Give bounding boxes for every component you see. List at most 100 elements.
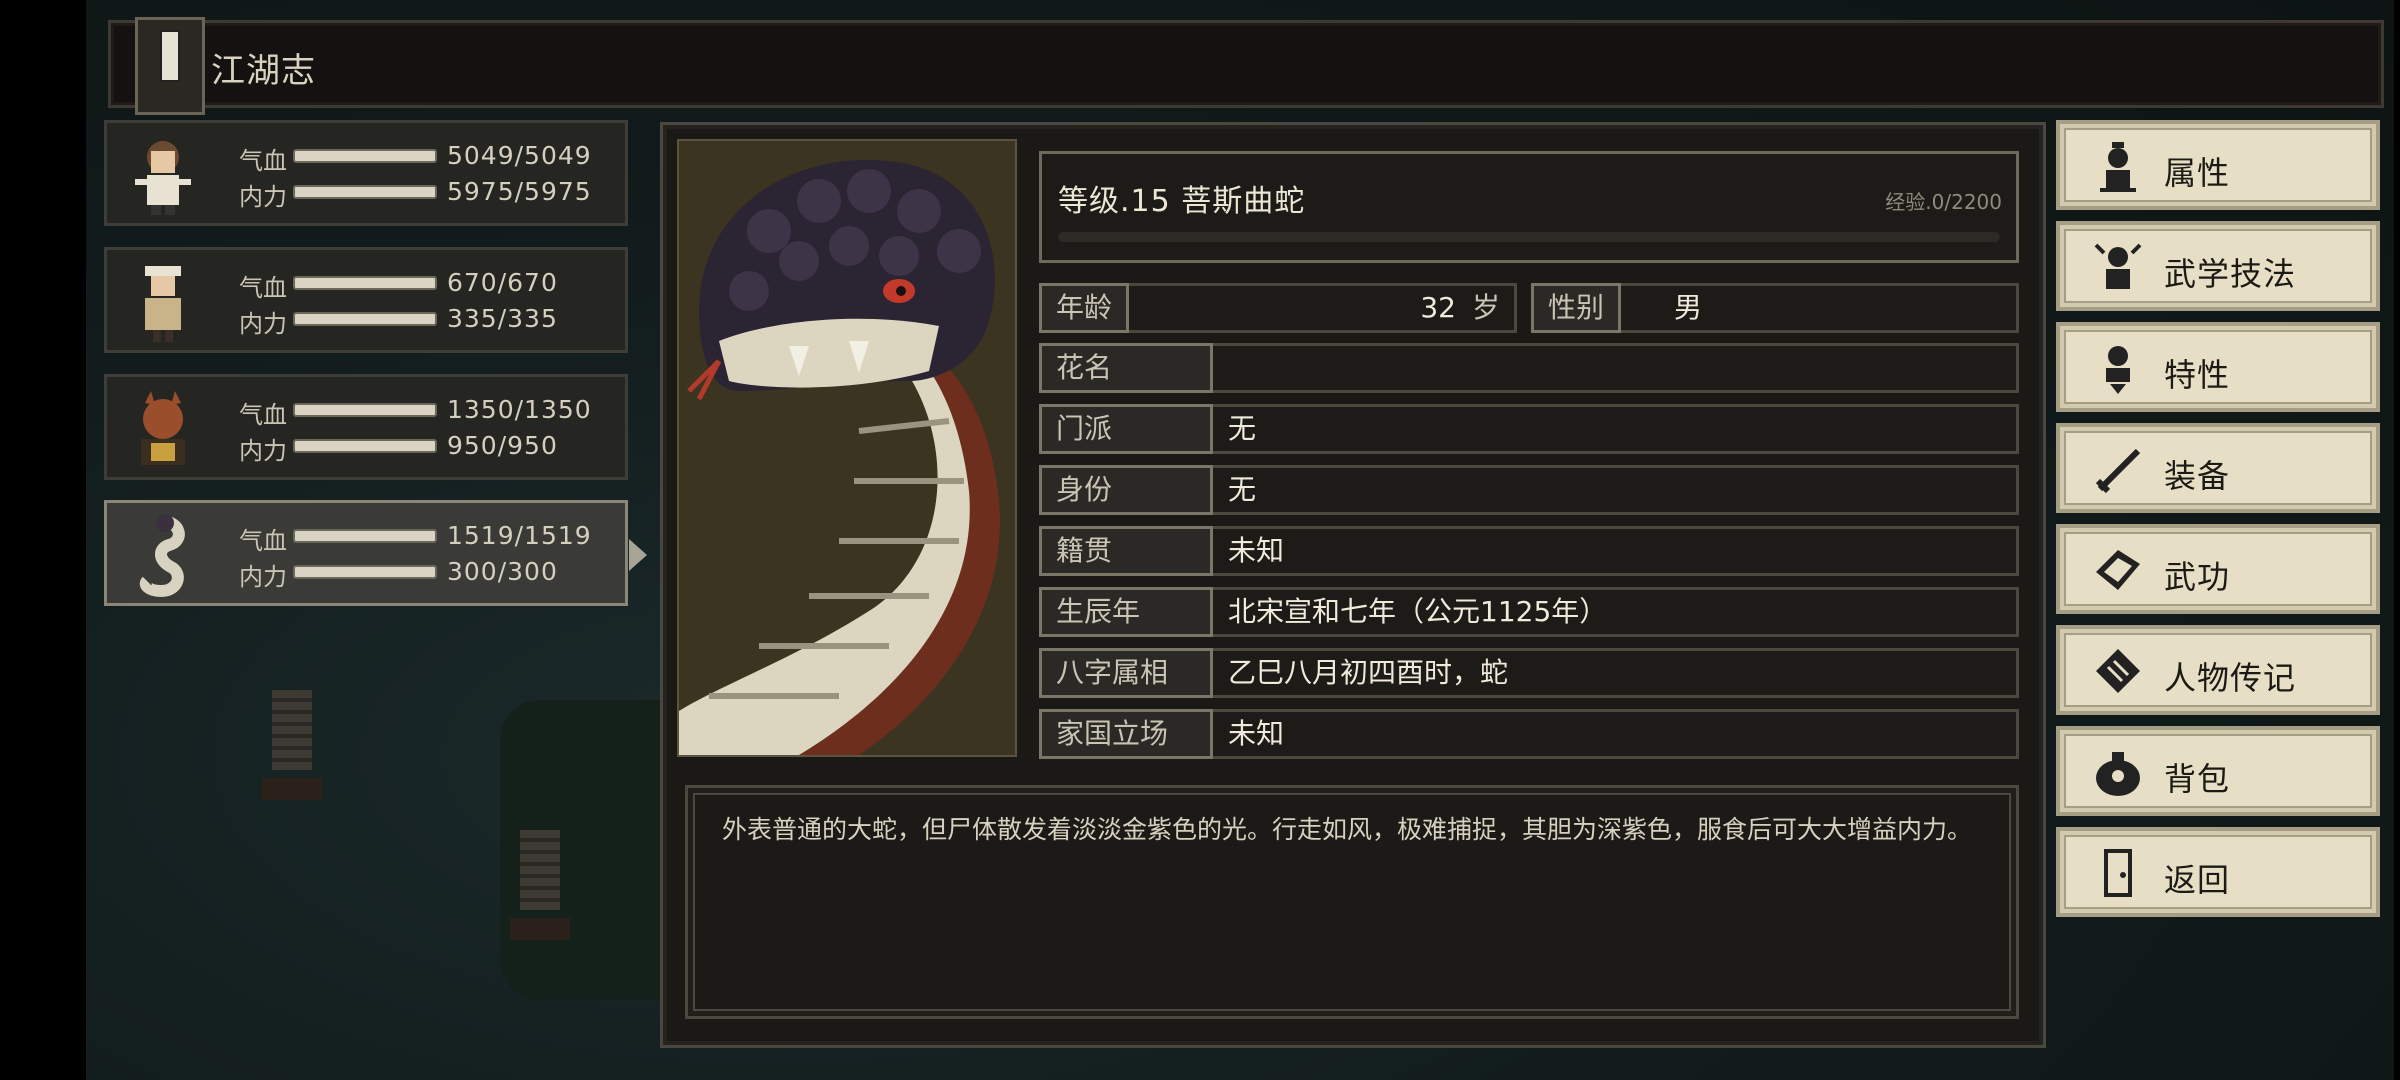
character-name: 等级.15 菩斯曲蛇 xyxy=(1058,184,1306,219)
menu-label: 属性 xyxy=(2164,154,2231,192)
person-skill-icon xyxy=(2094,243,2142,289)
person-stats-icon xyxy=(2100,142,2136,192)
sex-label: 性别 xyxy=(1531,283,1622,333)
hp-label: 气血 xyxy=(239,274,287,302)
field-value: 无 xyxy=(1228,412,1257,445)
experience-bar xyxy=(1058,232,2000,242)
menu-button-martial-arts[interactable]: 武功 xyxy=(2056,524,2380,614)
character-portrait xyxy=(677,139,1017,757)
sword-icon xyxy=(2095,448,2141,494)
menu-button-attributes[interactable]: 属性 xyxy=(2056,120,2380,210)
age-field: 年龄 32 岁 xyxy=(1039,283,1517,333)
mp-value: 950/950 xyxy=(447,431,558,460)
party-member[interactable]: 气血 670/670 内力 335/335 xyxy=(104,247,628,353)
hp-bar xyxy=(293,149,437,163)
field-value: 未知 xyxy=(1228,534,1285,567)
age-value: 32 xyxy=(1420,291,1456,324)
mp-label: 内力 xyxy=(239,437,287,465)
description-box: 外表普通的大蛇，但尸体散发着淡淡金紫色的光。行走如风，极难捕捉，其胆为深紫色，服… xyxy=(685,785,2019,1019)
right-letterbox xyxy=(2394,0,2400,1080)
field-value: 乙巳八月初四酉时，蛇 xyxy=(1228,656,1509,689)
sex-field: 性别 男 xyxy=(1531,283,2019,333)
age-label: 年龄 xyxy=(1039,283,1130,333)
hp-value: 1350/1350 xyxy=(447,395,592,424)
menu-label: 武学技法 xyxy=(2164,255,2297,293)
menu-button-bag[interactable]: 背包 xyxy=(2056,726,2380,816)
mp-value: 5975/5975 xyxy=(447,177,592,206)
menu-label: 人物传记 xyxy=(2164,659,2297,697)
mp-label: 内力 xyxy=(239,563,287,591)
menu-label: 背包 xyxy=(2164,760,2231,798)
party-member-selected[interactable]: 气血 1519/1519 内力 300/300 xyxy=(104,500,647,606)
hp-label: 气血 xyxy=(239,147,287,175)
hero-portrait-icon xyxy=(135,141,191,215)
field-label: 花名 xyxy=(1039,343,1213,393)
field-value: 无 xyxy=(1228,473,1257,506)
mp-bar xyxy=(293,312,437,326)
field-label: 籍贯 xyxy=(1039,526,1213,576)
field-label: 生辰年 xyxy=(1039,587,1213,637)
mp-value: 335/335 xyxy=(447,304,558,333)
character-info-panel: 等级.15 菩斯曲蛇 经验.0/2200 年龄 32 岁 性别 男 花名 门派 … xyxy=(660,122,2046,1048)
hp-bar xyxy=(293,403,437,417)
menu-label: 武功 xyxy=(2164,558,2231,596)
snake-portrait-icon xyxy=(139,514,185,597)
sex-value: 男 xyxy=(1674,291,1703,324)
journal-book-icon xyxy=(135,17,205,115)
field-label: 门派 xyxy=(1039,404,1213,454)
party-member[interactable]: 气血 1350/1350 内力 950/950 xyxy=(104,374,628,480)
hp-value: 5049/5049 xyxy=(447,141,592,170)
field-value: 北宋宣和七年（公元1125年） xyxy=(1228,595,1608,628)
person-trait-icon xyxy=(2106,346,2130,394)
birth-year-field: 生辰年 北宋宣和七年（公元1125年） xyxy=(1039,587,2019,637)
hp-label: 气血 xyxy=(239,527,287,555)
identity-field: 身份 无 xyxy=(1039,465,2019,515)
scroll-icon xyxy=(2096,649,2140,693)
description-text: 外表普通的大蛇，但尸体散发着淡淡金紫色的光。行走如风，极难捕捉，其胆为深紫色，服… xyxy=(722,815,1973,844)
page-title: 江湖志 xyxy=(211,51,316,91)
mp-bar xyxy=(293,565,437,579)
field-label: 家国立场 xyxy=(1039,709,1213,759)
nickname-field: 花名 xyxy=(1039,343,2019,393)
party-member[interactable]: 气血 5049/5049 内力 5975/5975 xyxy=(104,120,628,226)
hometown-field: 籍贯 未知 xyxy=(1039,526,2019,576)
menu-label: 装备 xyxy=(2164,457,2231,495)
title-bar: 江湖志 xyxy=(108,17,2384,115)
beast-companion-portrait-icon xyxy=(141,391,185,465)
horoscope-field: 八字属相 乙巳八月初四酉时，蛇 xyxy=(1039,648,2019,698)
companion-portrait-icon xyxy=(145,266,181,342)
hp-bar xyxy=(293,276,437,290)
age-unit: 岁 xyxy=(1471,291,1500,324)
selection-arrow-icon xyxy=(629,539,647,571)
sect-field: 门派 无 xyxy=(1039,404,2019,454)
menu-button-biography[interactable]: 人物传记 xyxy=(2056,625,2380,715)
menu-label: 返回 xyxy=(2164,861,2231,899)
hp-label: 气血 xyxy=(239,401,287,429)
menu-button-equipment[interactable]: 装备 xyxy=(2056,423,2380,513)
bag-icon xyxy=(2096,752,2140,796)
mp-label: 内力 xyxy=(239,310,287,338)
mp-label: 内力 xyxy=(239,183,287,211)
ship-sprite xyxy=(262,690,322,800)
field-value: 未知 xyxy=(1228,717,1285,750)
experience-value: 经验.0/2200 xyxy=(1885,190,2002,214)
allegiance-field: 家国立场 未知 xyxy=(1039,709,2019,759)
name-level-box: 等级.15 菩斯曲蛇 经验.0/2200 xyxy=(1039,151,2019,263)
door-icon xyxy=(2104,849,2132,897)
menu-button-return[interactable]: 返回 xyxy=(2056,827,2380,917)
martial-book-icon xyxy=(2096,550,2140,590)
field-label: 身份 xyxy=(1039,465,1213,515)
menu-label: 特性 xyxy=(2164,356,2231,394)
mp-bar xyxy=(293,185,437,199)
mp-bar xyxy=(293,439,437,453)
hp-bar xyxy=(293,529,437,543)
hp-value: 1519/1519 xyxy=(447,521,592,550)
menu-button-skills[interactable]: 武学技法 xyxy=(2056,221,2380,311)
hp-value: 670/670 xyxy=(447,268,558,297)
ship-sprite xyxy=(510,830,570,940)
left-letterbox xyxy=(0,0,86,1080)
giant-snake-illustration xyxy=(679,141,1015,755)
menu-button-traits[interactable]: 特性 xyxy=(2056,322,2380,412)
field-label: 八字属相 xyxy=(1039,648,1213,698)
mp-value: 300/300 xyxy=(447,557,558,586)
